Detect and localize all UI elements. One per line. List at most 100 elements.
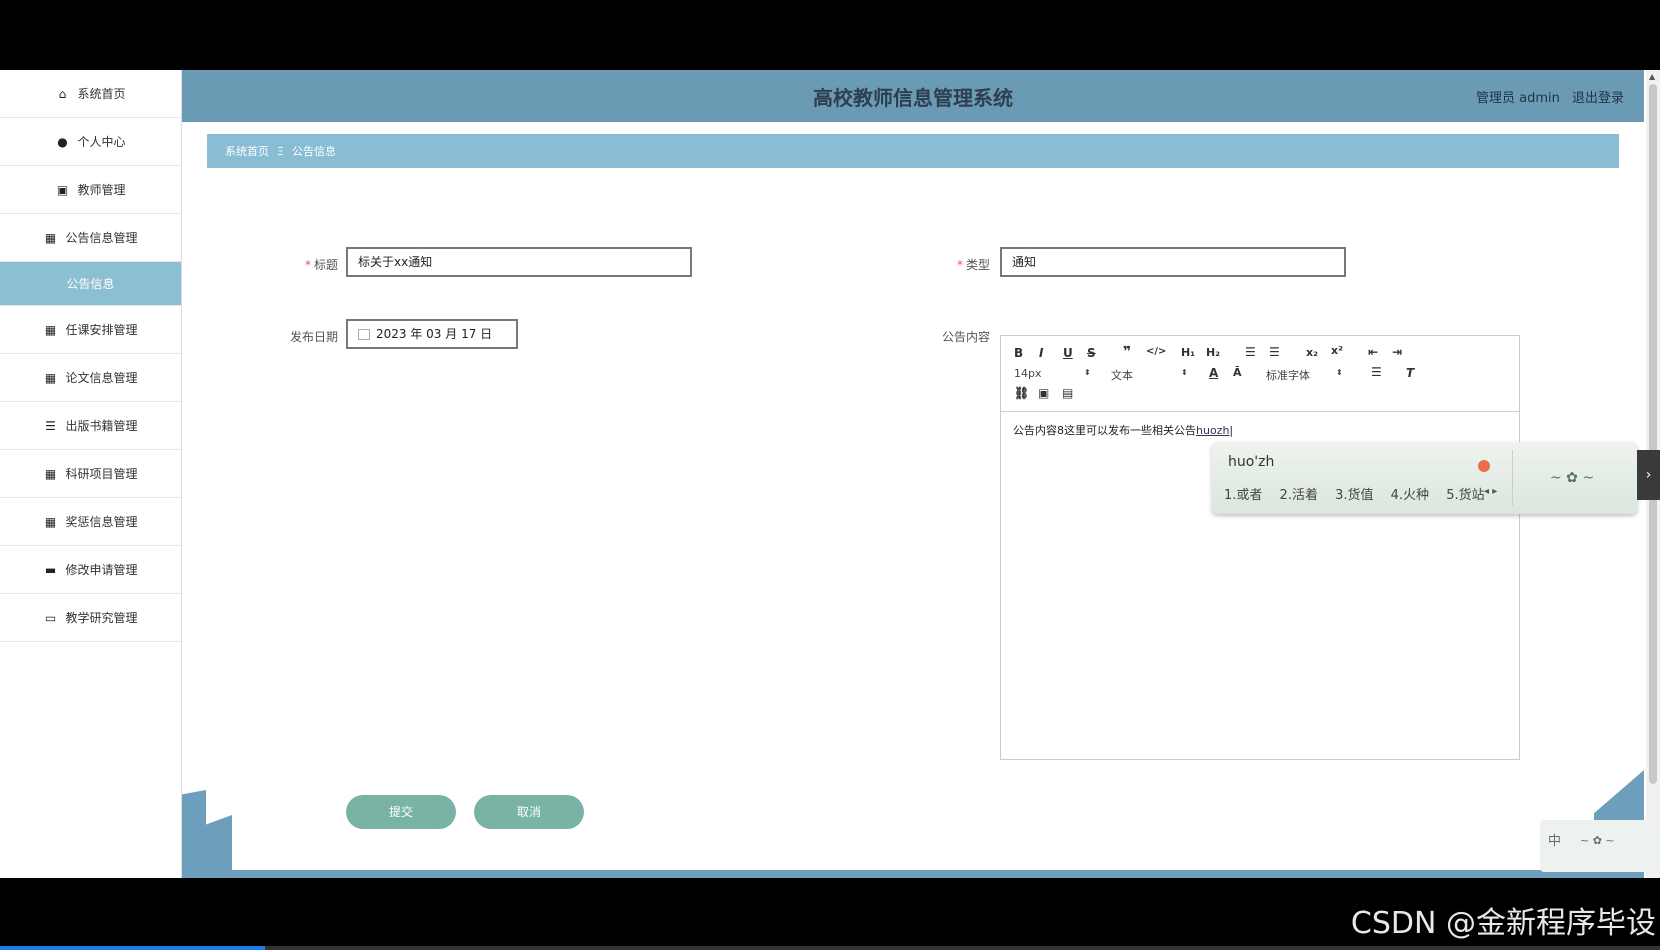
ime-candidate[interactable]: 1.或者 (1224, 488, 1262, 503)
side-expand-tab[interactable]: › (1637, 450, 1660, 500)
page-title: 高校教师信息管理系统 (813, 86, 1013, 110)
underline-icon[interactable]: U (1063, 346, 1073, 360)
subscript-icon[interactable]: x₂ (1306, 346, 1318, 359)
watermark: CSDN @金新程序毕设 (1350, 906, 1656, 941)
sidebar-item-label: 出版书籍管理 (65, 419, 138, 433)
editor-toolbar: B I U S ❞ </> H₁ H₂ ☰ ☰ x₂ x² ⇤ ⇥ 14px ⬍ … (1001, 336, 1519, 412)
sidebar-item-books[interactable]: ☰ 出版书籍管理 (0, 402, 181, 450)
emoji-icon[interactable] (1478, 460, 1490, 472)
sidebar: ⌂ 系统首页 ● 个人中心 ▣ 教师管理 ▦ 公告信息管理 公告信息 ▦ 任课安… (0, 70, 182, 878)
select-arrows-icon: ⬍ (1084, 368, 1091, 377)
sidebar-item-label: 系统首页 (77, 87, 126, 101)
sidebar-subitem-notice-info[interactable]: 公告信息 (0, 262, 181, 306)
heading2-icon[interactable]: H₂ (1206, 346, 1220, 359)
italic-icon[interactable]: I (1039, 346, 1043, 360)
sidebar-item-label: 个人中心 (77, 135, 126, 149)
sidebar-item-label: 公告信息管理 (65, 231, 138, 245)
sidebar-item-label: 修改申请管理 (65, 563, 138, 577)
clear-format-icon[interactable]: T (1406, 366, 1414, 380)
strikethrough-icon[interactable]: S (1087, 346, 1096, 360)
home-icon: ⌂ (58, 86, 67, 101)
type-input[interactable]: 通知 (1000, 247, 1346, 277)
sliders-icon: ☰ (45, 418, 56, 433)
indent-icon[interactable]: ⇥ (1392, 345, 1402, 359)
ime-skin-art: ~ ✿ ~ (1580, 834, 1615, 847)
editor-content[interactable]: 公告内容8这里可以发布一些相关公告huozh| (1013, 422, 1233, 438)
heading1-icon[interactable]: H₁ (1181, 346, 1195, 359)
comment-icon: ▬ (44, 562, 57, 577)
video-icon[interactable]: ▤ (1062, 386, 1073, 400)
ime-candidate-popup: huo'zh 1.或者 2.活着 3.货值 4.火种 5.货站 ◂ ▸ ~ ✿ … (1212, 442, 1637, 514)
video-progress-bar[interactable] (0, 946, 1660, 950)
superscript-icon[interactable]: x² (1331, 344, 1343, 357)
ime-candidates: 1.或者 2.活着 3.货值 4.火种 5.货站 (1224, 484, 1498, 503)
grid-icon: ▦ (44, 230, 57, 245)
ime-candidate[interactable]: 5.货站 (1446, 488, 1484, 503)
background-color-icon[interactable]: Ā (1233, 366, 1242, 379)
sidebar-item-home[interactable]: ⌂ 系统首页 (0, 70, 181, 118)
title-input[interactable]: 标关于xx通知 (346, 247, 692, 277)
sidebar-item-rewards[interactable]: ▦ 奖惩信息管理 (0, 498, 181, 546)
breadcrumb-current: 公告信息 (291, 145, 336, 158)
sidebar-item-label: 教学研究管理 (65, 611, 138, 625)
align-icon[interactable]: ☰ (1371, 365, 1382, 379)
grid-icon: ▦ (44, 514, 57, 529)
ime-status-bar[interactable]: 中 ~ ✿ ~ (1540, 820, 1658, 872)
link-icon[interactable]: ⛓ (1014, 386, 1029, 400)
type-label: * 类型 (956, 258, 990, 272)
grid-icon: ▦ (44, 322, 57, 337)
sidebar-item-profile[interactable]: ● 个人中心 (0, 118, 181, 166)
app-screen: ⌂ 系统首页 ● 个人中心 ▣ 教师管理 ▦ 公告信息管理 公告信息 ▦ 任课安… (0, 70, 1660, 878)
sidebar-item-papers[interactable]: ▦ 论文信息管理 (0, 354, 181, 402)
progress-fill (0, 946, 265, 950)
image-icon[interactable]: ▣ (1038, 386, 1049, 400)
sidebar-item-courses[interactable]: ▦ 任课安排管理 (0, 306, 181, 354)
sidebar-item-label: 科研项目管理 (65, 467, 138, 481)
ime-candidate[interactable]: 2.活着 (1280, 488, 1318, 503)
ime-candidate[interactable]: 3.货值 (1335, 488, 1373, 503)
bullet-list-icon[interactable]: ☰ (1269, 345, 1280, 359)
clipboard-icon: ▣ (56, 182, 69, 197)
bold-icon[interactable]: B (1014, 346, 1023, 360)
font-color-icon[interactable]: A (1209, 366, 1218, 380)
select-arrows-icon: ⬍ (1181, 368, 1188, 377)
font-size-select[interactable]: 14px ⬍ (1014, 367, 1092, 380)
breadcrumb-home[interactable]: 系统首页 (225, 143, 269, 159)
sidebar-item-teaching[interactable]: ▭ 教学研究管理 (0, 594, 181, 642)
date-picker[interactable]: 2023 年 03 月 17 日 (346, 319, 518, 349)
header-bar: 高校教师信息管理系统 管理员 admin 退出登录 (182, 70, 1644, 122)
scroll-up-icon[interactable]: ▲ (1649, 72, 1655, 81)
code-icon[interactable]: </> (1146, 346, 1166, 357)
ime-mode-label[interactable]: 中 (1548, 830, 1561, 849)
grid-icon: ▦ (44, 370, 57, 385)
block-type-select[interactable]: 文本 ⬍ (1111, 367, 1189, 383)
sidebar-item-teachers[interactable]: ▣ 教师管理 (0, 166, 181, 214)
outdent-icon[interactable]: ⇤ (1368, 345, 1378, 359)
sidebar-item-research[interactable]: ▦ 科研项目管理 (0, 450, 181, 498)
sidebar-item-label: 公告信息 (66, 277, 115, 291)
username-label: 管理员 admin (1475, 91, 1560, 106)
scrollbar-thumb[interactable] (1649, 84, 1657, 784)
ime-candidate[interactable]: 4.火种 (1391, 488, 1429, 503)
sidebar-item-label: 教师管理 (77, 183, 126, 197)
submit-button[interactable]: 提交 (346, 795, 456, 829)
chevron-right-icon: › (1645, 467, 1652, 483)
breadcrumb-separator: Ξ (277, 144, 284, 158)
page-arrows-icon[interactable]: ◂ ▸ (1484, 486, 1497, 497)
font-family-select[interactable]: 标准字体 ⬍ (1266, 367, 1344, 383)
grid-icon: ▦ (44, 466, 57, 481)
ordered-list-icon[interactable]: ☰ (1245, 345, 1256, 359)
quote-icon[interactable]: ❞ (1123, 344, 1131, 360)
cancel-button[interactable]: 取消 (474, 795, 584, 829)
decorative-shape (182, 790, 206, 878)
decorative-bar (232, 870, 1612, 878)
sidebar-item-notices[interactable]: ▦ 公告信息管理 (0, 214, 181, 262)
title-label: * 标题 (304, 258, 338, 272)
composing-text: huozh (1196, 424, 1230, 437)
sidebar-item-requests[interactable]: ▬ 修改申请管理 (0, 546, 181, 594)
monitor-icon: ▭ (44, 610, 57, 625)
content-label: 公告内容 (941, 330, 990, 344)
rich-text-editor: B I U S ❞ </> H₁ H₂ ☰ ☰ x₂ x² ⇤ ⇥ 14px ⬍ … (1000, 335, 1520, 760)
sidebar-item-label: 奖惩信息管理 (65, 515, 138, 529)
logout-link[interactable]: 退出登录 (1572, 91, 1624, 106)
